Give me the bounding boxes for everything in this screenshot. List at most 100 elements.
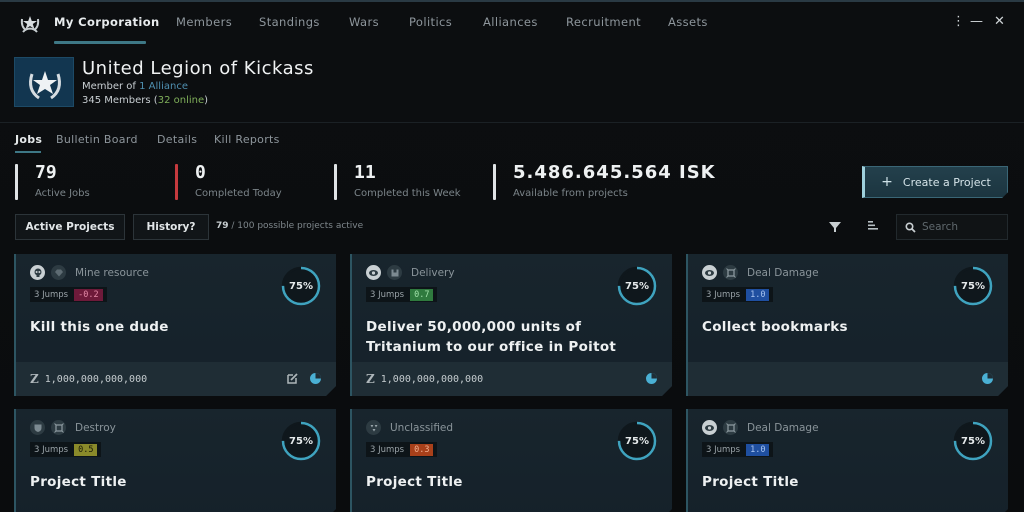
project-card[interactable]: Mine resource 3 Jumps -0.2 Kill this one du… [14,254,336,396]
card-reward: Z 1,000,000,000,000 [30,372,147,386]
jumps-label: 3 Jumps [370,444,405,455]
project-card[interactable]: Unclassified 3 Jumps 0.3 Project Title 75% [350,409,672,512]
nav-tab-alliances[interactable]: Alliances [483,15,538,29]
card-actions [645,372,658,385]
corporation-window: My Corporation Members Standings Wars Po… [0,0,1024,512]
stat-accent-bar [493,164,496,200]
eye-icon [702,420,717,435]
projects-count-rest: / 100 possible projects active [228,221,364,231]
card-footer [688,362,1008,396]
subtab-indicator [15,151,41,153]
card-category: Mine resource [30,265,149,280]
close-icon[interactable]: ✕ [994,14,1005,29]
card-footer: Z 1,000,000,000,000 [16,362,336,396]
member-of-label: Member of [82,81,136,92]
isk-icon: Z [366,372,375,386]
card-location-meta: 3 Jumps 0.7 [366,287,437,302]
contribution-pie-icon[interactable] [981,372,994,385]
progress-ring: 75% [952,420,994,462]
subtab-details[interactable]: Details [157,133,197,146]
contribution-pie-icon[interactable] [645,372,658,385]
card-category-label: Delivery [411,266,455,279]
nav-tab-my-corporation[interactable]: My Corporation [54,15,160,29]
eye-icon [702,265,717,280]
create-project-label: Create a Project [902,175,991,189]
stat-value: 0 [195,162,206,183]
nav-tab-wars[interactable]: Wars [349,15,379,29]
card-title: Kill this one dude [30,319,169,335]
more-options-icon[interactable]: ⋮ [952,14,965,29]
security-status-badge: 1.0 [746,289,769,301]
shield-icon [30,420,45,435]
progress-label: 75% [289,280,313,292]
card-category: Deal Damage [702,420,819,435]
subtab-bulletin-board[interactable]: Bulletin Board [56,133,138,146]
sort-icon[interactable] [867,220,879,232]
card-category: Destroy [30,420,116,435]
search-input[interactable] [922,221,1002,233]
reward-value: 1,000,000,000,000 [44,373,148,385]
contribution-pie-icon[interactable] [309,372,322,385]
card-actions [286,372,322,385]
nav-tab-members[interactable]: Members [176,15,232,29]
minimize-icon[interactable]: — [970,14,983,29]
subtab-jobs[interactable]: Jobs [15,133,42,146]
members-count: 345 Members ( [82,95,158,106]
stat-value: 79 [35,162,57,183]
stat-accent-bar [175,164,178,200]
progress-ring: 75% [280,420,322,462]
card-location-meta: 3 Jumps 0.5 [30,442,101,457]
crosshair-icon [51,420,66,435]
plus-icon: + [881,174,893,190]
crosshair-icon [723,265,738,280]
card-category-label: Unclassified [390,421,454,434]
card-actions [981,372,994,385]
security-status-badge: 0.3 [410,444,433,456]
card-category-label: Deal Damage [747,266,819,279]
filter-icon[interactable] [829,221,841,233]
projects-count-current: 79 [216,221,229,231]
reward-value: 1,000,000,000,000 [380,373,484,385]
nav-tab-recruitment[interactable]: Recruitment [566,15,641,29]
nav-tab-politics[interactable]: Politics [409,15,452,29]
project-card[interactable]: Deal Damage 3 Jumps 1.0 Collect bookmarks 75… [686,254,1008,396]
progress-ring: 75% [952,265,994,307]
search-field[interactable] [896,214,1008,240]
progress-label: 75% [961,280,985,292]
active-projects-button[interactable]: Active Projects [15,214,125,240]
nav-tab-standings[interactable]: Standings [259,15,320,29]
alliance-link[interactable]: 1 Alliance [139,81,188,92]
nav-tab-assets[interactable]: Assets [668,15,708,29]
corp-emblem [14,57,74,107]
card-title: Deliver 50,000,000 units of Tritanium to… [366,319,617,355]
create-project-button[interactable]: + Create a Project [862,166,1008,198]
project-card[interactable]: Delivery 3 Jumps 0.7 Deliver 50,000,000 uni… [350,254,672,396]
progress-label: 75% [289,435,313,447]
card-category: Unclassified [366,420,453,435]
jumps-label: 3 Jumps [706,289,741,300]
card-location-meta: 3 Jumps 1.0 [702,287,773,302]
radiation-icon [366,420,381,435]
online-count: 32 online [157,95,205,106]
project-card[interactable]: Destroy 3 Jumps 0.5 Project Title 75% [14,409,336,512]
progress-label: 75% [625,435,649,447]
card-title: Project Title [366,474,463,490]
security-status-badge: 1.0 [746,444,769,456]
edit-icon[interactable] [286,372,299,385]
progress-ring: 75% [616,420,658,462]
projects-count: 79 / 100 possible projects active [216,221,363,231]
cargo-icon [387,265,402,280]
corporation-logo-icon [20,16,40,33]
paren-close: ) [204,95,209,106]
history-button[interactable]: History? [133,214,209,240]
subtab-kill-reports[interactable]: Kill Reports [214,133,280,146]
corp-alliance-info: Member of 1 Alliance [82,81,188,92]
card-footer: Z 1,000,000,000,000 [352,362,672,396]
stat-accent-bar [15,164,18,200]
card-category: Deal Damage [702,265,819,280]
header-divider [0,122,1024,123]
card-category-label: Deal Damage [747,421,819,434]
isk-icon: Z [30,372,39,386]
card-location-meta: 3 Jumps 0.3 [366,442,437,457]
project-card[interactable]: Deal Damage 3 Jumps 1.0 Project Title 75% [686,409,1008,512]
